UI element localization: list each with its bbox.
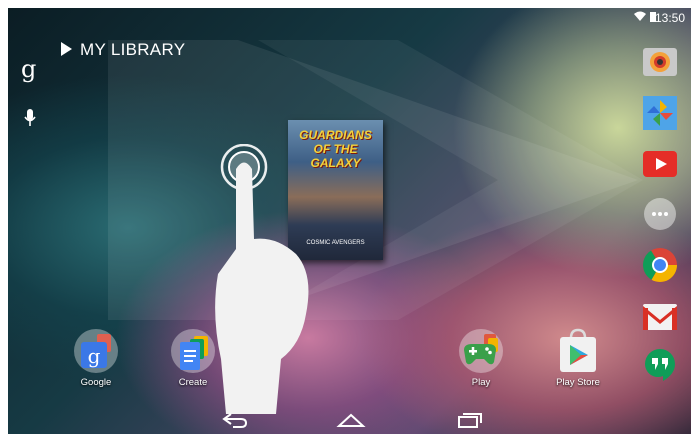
back-icon[interactable]: [221, 411, 249, 429]
home-screen: 13:50 g MY LIBRARY GUARDIANS OF THE GALA…: [8, 8, 691, 434]
app-play-store[interactable]: Play Store: [543, 328, 613, 388]
app-google[interactable]: g Google: [61, 328, 131, 388]
svg-text:g: g: [88, 344, 101, 368]
app-label: Create: [178, 377, 208, 388]
docs-folder-icon: [170, 328, 216, 374]
app-label: Play: [471, 377, 491, 388]
google-search-button[interactable]: g: [21, 55, 36, 83]
app-label: Play Store: [556, 377, 600, 388]
home-icon[interactable]: [336, 411, 366, 429]
google-folder-icon: g: [73, 328, 119, 374]
status-time: 13:50: [654, 11, 685, 25]
wifi-icon: [634, 11, 646, 21]
gmail-icon[interactable]: [641, 298, 679, 336]
play-store-icon: [555, 328, 601, 374]
play-books-icon: [61, 42, 72, 56]
recents-icon[interactable]: [455, 411, 485, 429]
camera-icon[interactable]: [641, 43, 679, 81]
library-title[interactable]: MY LIBRARY: [80, 40, 185, 60]
app-label: Google: [80, 377, 112, 388]
hangouts-icon[interactable]: [641, 346, 679, 384]
youtube-icon[interactable]: [641, 145, 679, 183]
play-games-icon: [458, 328, 504, 374]
mic-icon[interactable]: [23, 108, 37, 128]
app-create[interactable]: Create: [158, 328, 228, 388]
chrome-icon[interactable]: [641, 246, 679, 284]
app-play[interactable]: Play: [446, 328, 516, 388]
app-drawer-icon[interactable]: [641, 195, 679, 233]
photos-icon[interactable]: [641, 94, 679, 132]
